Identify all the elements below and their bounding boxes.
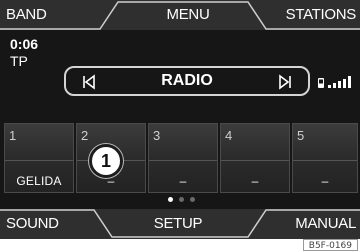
preset-station-name: GELIDA (16, 174, 62, 188)
source-selector: RADIO (64, 66, 310, 96)
page-dot[interactable] (168, 197, 173, 202)
preset-button-3[interactable]: 3 – (148, 123, 218, 193)
preset-divider (149, 160, 217, 161)
tab-setup[interactable]: SETUP (138, 209, 218, 239)
tab-band[interactable]: BAND (6, 0, 86, 30)
preset-station-name: – (251, 174, 259, 188)
callout-marker: 1 (89, 144, 123, 178)
clock-time: 0:06 (10, 36, 39, 52)
preset-list: 1 GELIDA 2 – 3 – 4 – 5 – (0, 123, 360, 193)
tab-menu[interactable]: MENU (148, 0, 228, 30)
tab-stations[interactable]: STATIONS (270, 0, 357, 30)
preset-button-5[interactable]: 5 – (292, 123, 358, 193)
traffic-program-indicator: TP (10, 53, 28, 69)
mobile-phone-icon (318, 78, 324, 88)
preset-divider (5, 160, 73, 161)
tab-sound[interactable]: SOUND (6, 209, 86, 239)
figure-code: B5F-0169 (302, 239, 358, 251)
tab-manual[interactable]: MANUAL (264, 209, 356, 239)
preset-number: 4 (225, 128, 233, 143)
skip-previous-icon[interactable] (80, 74, 98, 90)
preset-number: 1 (9, 128, 17, 143)
page-dot[interactable] (179, 197, 184, 202)
preset-button-4[interactable]: 4 – (220, 123, 290, 193)
preset-number: 3 (153, 128, 161, 143)
infotainment-screen: BAND MENU STATIONS 0:06 TP RADIO 1 GELID… (0, 0, 360, 239)
preset-station-name: – (179, 174, 187, 188)
preset-button-1[interactable]: 1 GELIDA (4, 123, 74, 193)
skip-next-icon[interactable] (276, 74, 294, 90)
source-label: RADIO (161, 72, 213, 89)
preset-divider (221, 160, 289, 161)
preset-number: 5 (297, 128, 305, 143)
page-dot[interactable] (190, 197, 195, 202)
preset-divider (293, 160, 357, 161)
signal-strength-icon (328, 76, 351, 88)
preset-number: 2 (81, 128, 89, 143)
page-indicator (160, 197, 200, 203)
preset-station-name: – (321, 174, 329, 188)
